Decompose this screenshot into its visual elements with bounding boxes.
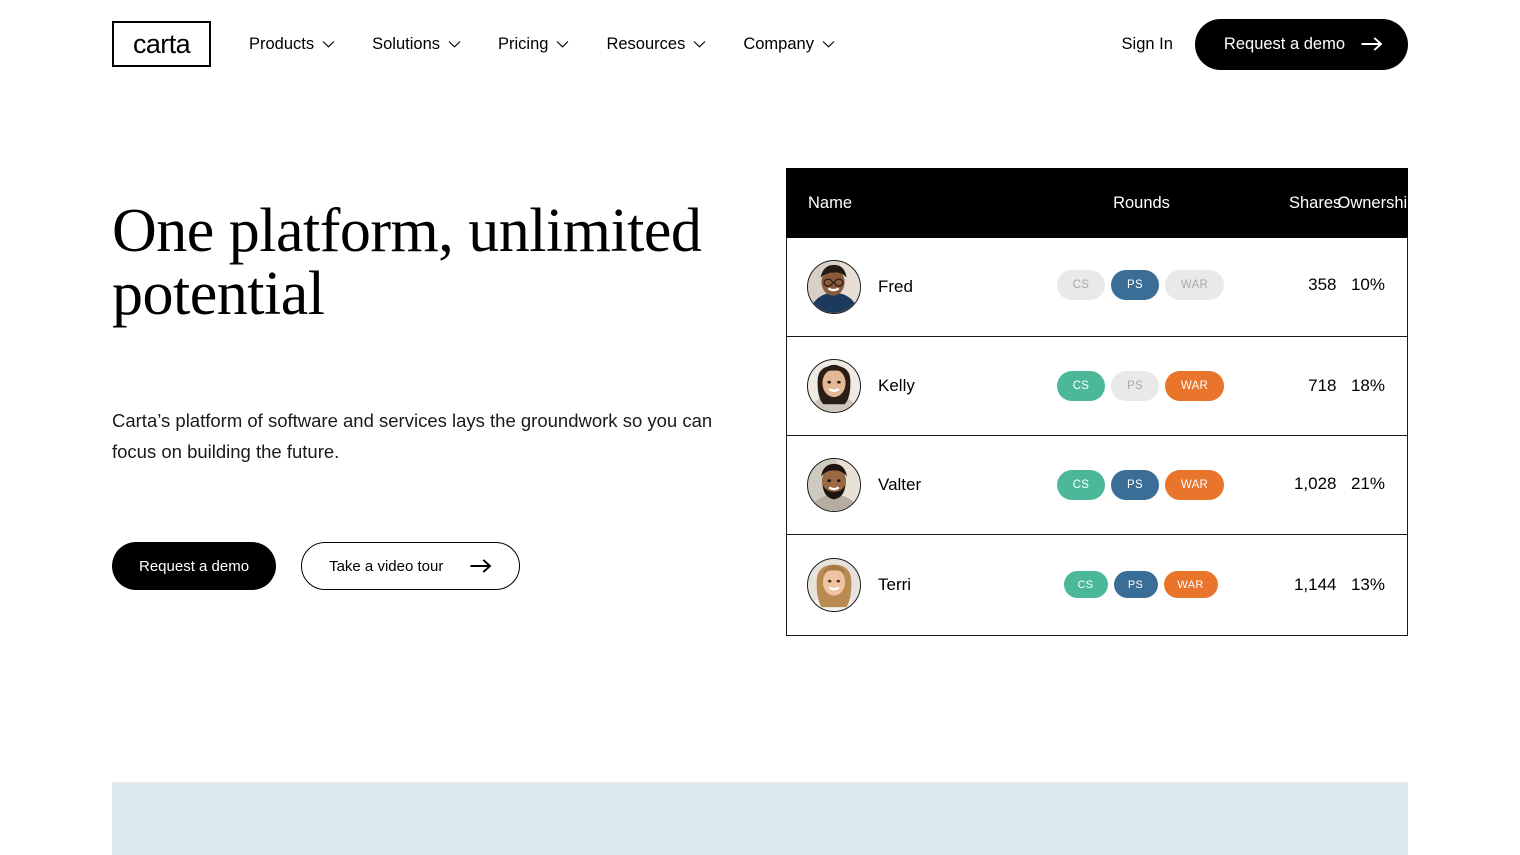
request-demo-nav-label: Request a demo <box>1223 34 1345 53</box>
carta-logo[interactable]: carta <box>112 21 211 67</box>
round-badge-war[interactable]: WAR <box>1163 571 1218 598</box>
round-badge-ps[interactable]: PS <box>1113 571 1158 598</box>
request-demo-hero-label: Request a demo <box>139 557 250 575</box>
cell-name: Kelly <box>787 359 993 413</box>
cap-table-card: Name Rounds Shares Ownership Fred CS PS … <box>786 168 1417 636</box>
cell-name: Terri <box>787 557 993 612</box>
nav-item-label: Products <box>249 34 315 53</box>
column-header-name: Name <box>808 193 853 212</box>
chevron-down-icon <box>822 40 835 48</box>
round-badge-ps[interactable]: PS <box>1111 470 1159 500</box>
round-badge-ps[interactable]: PS <box>1111 371 1159 401</box>
nav-links: Products Solutions Pricing Resources Com… <box>249 0 835 88</box>
cell-ownership: 10% <box>1350 275 1385 294</box>
round-badge-war[interactable]: WAR <box>1165 470 1224 500</box>
nav-item-solutions[interactable]: Solutions <box>372 36 461 53</box>
chevron-down-icon <box>448 40 461 48</box>
take-video-tour-button[interactable]: Take a video tour <box>301 542 521 590</box>
cell-rounds: CS PS WAR <box>993 270 1288 300</box>
row-name-label: Terri <box>878 574 912 594</box>
top-navigation: carta Products Solutions Pricing Resourc… <box>0 0 1520 88</box>
avatar <box>807 260 861 314</box>
avatar <box>807 458 861 512</box>
nav-item-label: Company <box>743 34 814 53</box>
request-demo-nav-button[interactable]: Request a demo <box>1194 18 1408 70</box>
round-badge-cs[interactable]: CS <box>1057 371 1105 401</box>
cell-shares: 1,144 <box>1293 574 1337 594</box>
round-badge-cs[interactable]: CS <box>1057 270 1105 300</box>
sign-in-link[interactable]: Sign In <box>1122 35 1173 54</box>
cell-ownership: 18% <box>1350 376 1385 395</box>
chevron-down-icon <box>556 40 569 48</box>
cell-ownership: 21% <box>1350 474 1385 493</box>
arrow-right-icon <box>470 559 492 573</box>
cell-name: Valter <box>787 458 993 512</box>
cell-ownership: 13% <box>1350 574 1385 594</box>
table-row[interactable]: Kelly CS PS WAR 718 18% <box>787 337 1407 436</box>
column-header-shares: Shares <box>1289 193 1342 212</box>
cell-rounds: CS PS WAR <box>993 571 1288 598</box>
row-name-label: Fred <box>878 277 913 296</box>
table-row[interactable]: Terri CS PS WAR 1,144 13% <box>787 535 1407 634</box>
row-name-label: Kelly <box>878 376 915 395</box>
request-demo-hero-button[interactable]: Request a demo <box>112 542 277 590</box>
arrow-right-icon <box>1361 37 1383 51</box>
round-badge-ps[interactable]: PS <box>1111 270 1159 300</box>
nav-item-pricing[interactable]: Pricing <box>498 36 569 53</box>
next-section-band <box>112 785 1408 855</box>
take-video-tour-label: Take a video tour <box>329 557 444 575</box>
cell-name: Fred <box>787 260 993 314</box>
cell-rounds: CS PS WAR <box>993 470 1288 500</box>
chevron-down-icon <box>693 40 706 48</box>
nav-actions: Sign In Request a demo <box>1122 0 1408 88</box>
row-name-label: Valter <box>878 475 922 494</box>
column-header-rounds: Rounds <box>1113 193 1170 212</box>
cap-table-header: Name Rounds Shares Ownership <box>786 168 1417 238</box>
logo-text: carta <box>132 28 191 59</box>
nav-item-label: Solutions <box>372 34 441 53</box>
hero-cta-group: Request a demo Take a video tour <box>112 542 521 590</box>
column-header-ownership: Ownership <box>1337 193 1417 212</box>
round-badge-war[interactable]: WAR <box>1165 270 1224 300</box>
cap-table-body: Fred CS PS WAR 358 10% Kelly CS PS WAR 7… <box>786 238 1408 636</box>
chevron-down-icon <box>322 40 335 48</box>
hero-heading-block: One platform, unlimited potential <box>112 197 752 329</box>
round-badge-cs[interactable]: CS <box>1063 571 1108 598</box>
table-row[interactable]: Fred CS PS WAR 358 10% <box>787 238 1407 337</box>
nav-item-label: Pricing <box>498 34 549 53</box>
round-badge-war[interactable]: WAR <box>1165 371 1224 401</box>
nav-item-company[interactable]: Company <box>743 36 835 53</box>
cell-rounds: CS PS WAR <box>993 371 1288 401</box>
cell-shares: 718 <box>1308 376 1337 395</box>
cell-shares: 1,028 <box>1293 474 1337 493</box>
hero-subtitle: Carta’s platform of software and service… <box>112 410 713 462</box>
page-title: One platform, unlimited potential <box>112 197 702 329</box>
cell-shares: 358 <box>1308 275 1337 294</box>
nav-item-products[interactable]: Products <box>249 36 335 53</box>
avatar <box>807 557 861 612</box>
nav-item-label: Resources <box>606 34 686 53</box>
round-badge-cs[interactable]: CS <box>1057 470 1105 500</box>
avatar <box>807 359 861 413</box>
table-row[interactable]: Valter CS PS WAR 1,028 21% <box>787 436 1407 535</box>
nav-item-resources[interactable]: Resources <box>606 36 706 53</box>
